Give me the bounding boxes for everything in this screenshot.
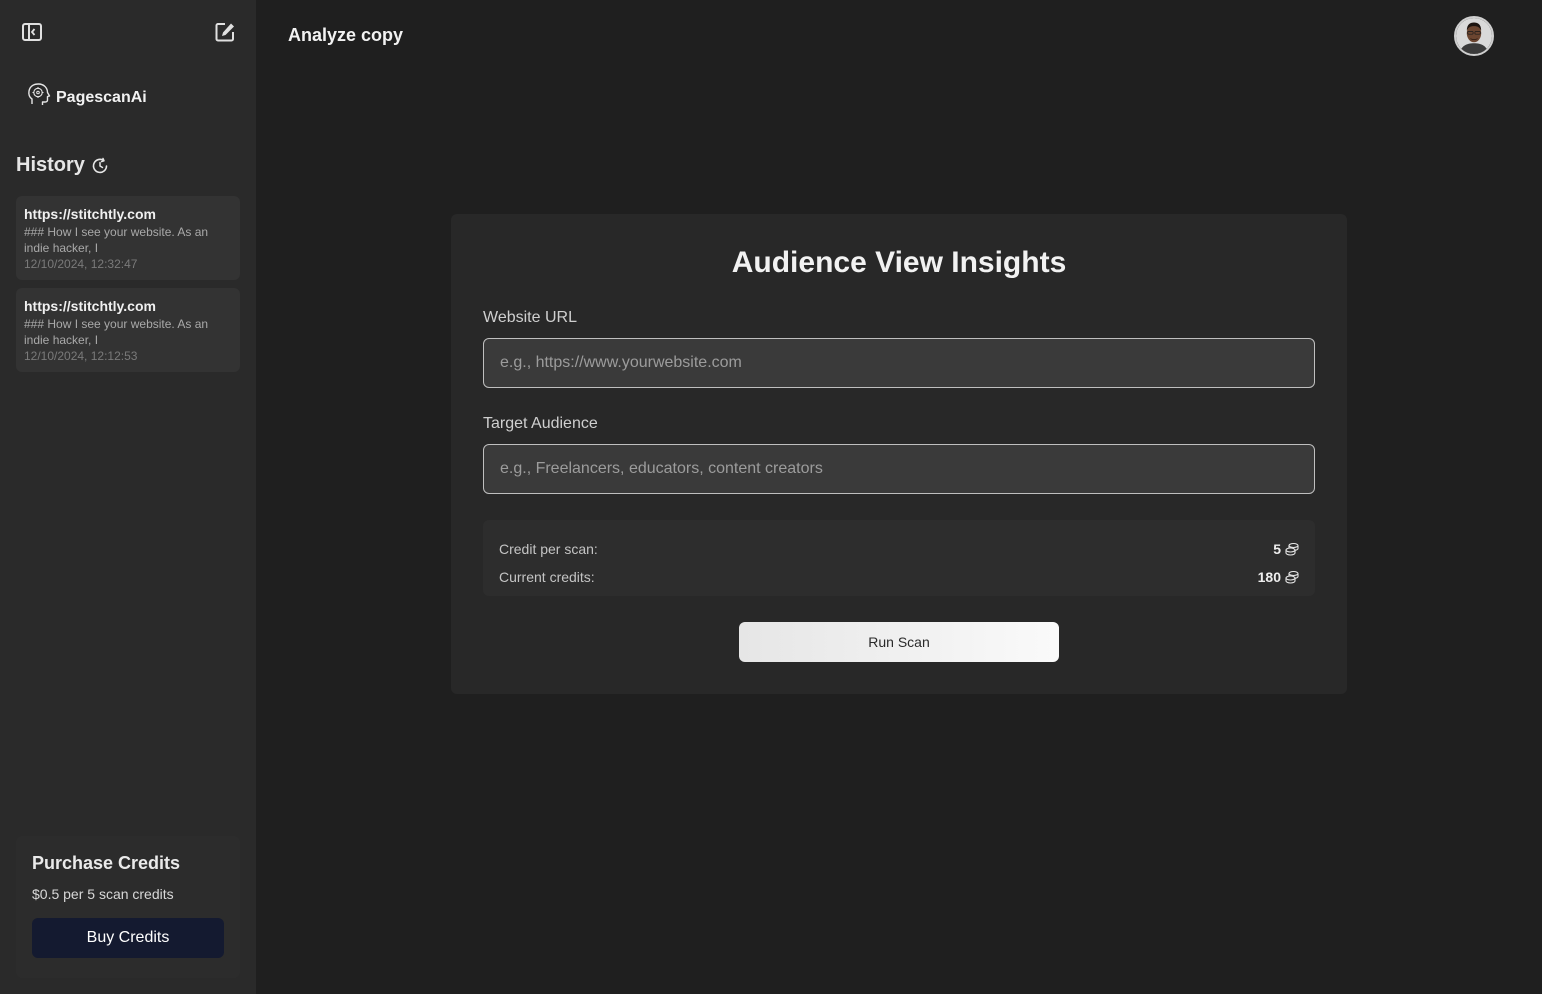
history-item[interactable]: https://stitchtly.com ### How I see your… xyxy=(16,288,240,372)
history-heading: History xyxy=(16,154,109,177)
page-title: Analyze copy xyxy=(288,25,404,45)
history-item-snippet: ### How I see your website. As an indie … xyxy=(24,225,209,255)
history-item[interactable]: https://stitchtly.com ### How I see your… xyxy=(16,196,240,280)
brain-head-icon xyxy=(28,83,51,105)
current-credits-label: Current credits: xyxy=(499,569,595,585)
credit-per-scan-label: Credit per scan: xyxy=(499,541,598,557)
coins-icon xyxy=(1285,570,1299,584)
target-audience-label: Target Audience xyxy=(483,415,598,432)
credit-per-scan-row: Credit per scan: 5 xyxy=(499,535,1299,563)
website-url-input[interactable] xyxy=(483,338,1315,388)
history-item-date: 12/10/2024, 12:12:53 xyxy=(24,349,138,363)
website-url-label: Website URL xyxy=(483,309,577,326)
coins-icon xyxy=(1285,542,1299,556)
avatar-image xyxy=(1456,18,1492,54)
history-heading-label: History xyxy=(16,154,85,176)
credit-per-scan-value: 5 xyxy=(1273,541,1299,557)
run-scan-button[interactable]: Run Scan xyxy=(739,622,1059,662)
purchase-credits-panel: Purchase Credits $0.5 per 5 scan credits… xyxy=(16,836,240,978)
history-clock-icon xyxy=(92,157,108,173)
history-list: https://stitchtly.com ### How I see your… xyxy=(16,196,240,380)
current-credits-value: 180 xyxy=(1258,569,1299,585)
current-credits-number: 180 xyxy=(1257,569,1281,585)
target-audience-input[interactable] xyxy=(483,444,1315,494)
history-item-date: 12/10/2024, 12:32:47 xyxy=(24,257,138,271)
credits-summary: Credit per scan: 5 Current credits: 180 xyxy=(483,520,1315,596)
sidebar-toggle-icon[interactable] xyxy=(22,23,42,41)
app-root: PagescanAi History https://stitchtly.com… xyxy=(0,0,1542,994)
sidebar: PagescanAi History https://stitchtly.com… xyxy=(0,0,256,994)
brand-name: PagescanAi xyxy=(56,89,147,106)
purchase-credits-title: Purchase Credits xyxy=(32,853,181,873)
credit-per-scan-number: 5 xyxy=(1273,541,1281,557)
user-avatar[interactable] xyxy=(1454,16,1494,56)
history-item-url: https://stitchtly.com xyxy=(24,206,156,222)
buy-credits-button[interactable]: Buy Credits xyxy=(32,918,224,958)
purchase-credits-description: $0.5 per 5 scan credits xyxy=(32,886,174,902)
history-item-snippet: ### How I see your website. As an indie … xyxy=(24,317,209,347)
form-title: Audience View Insights xyxy=(731,246,1067,279)
brand[interactable]: PagescanAi xyxy=(26,82,147,108)
scan-form-card: Audience View Insights Website URL Targe… xyxy=(451,214,1347,694)
history-item-url: https://stitchtly.com xyxy=(24,298,156,314)
new-scan-edit-icon[interactable] xyxy=(214,21,236,43)
current-credits-row: Current credits: 180 xyxy=(499,563,1299,591)
